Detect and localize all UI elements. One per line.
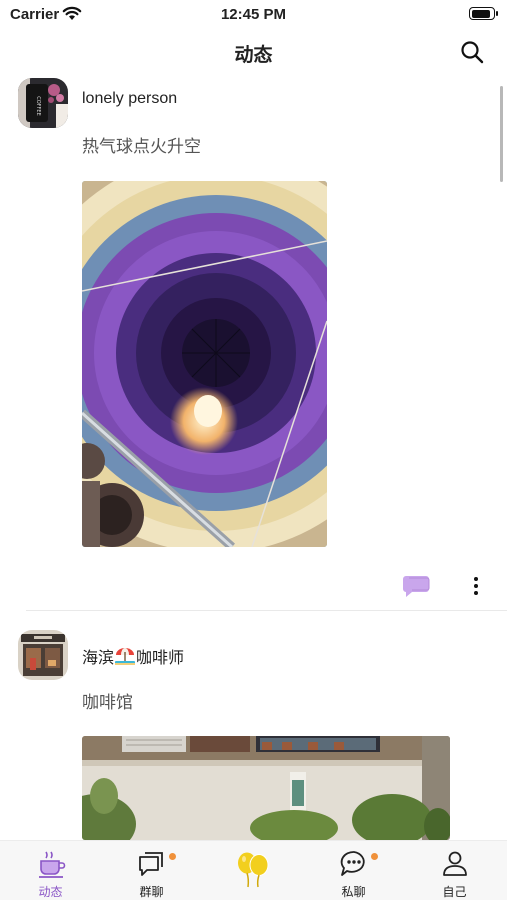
- svg-text:COFFEE: COFFEE: [35, 96, 41, 116]
- status-bar: Carrier 12:45 PM: [0, 0, 507, 30]
- post-divider: [26, 610, 507, 611]
- tab-bar: 动态 群聊 私聊 自己: [0, 840, 507, 900]
- coffee-cup-avatar[interactable]: COFFEE: [18, 78, 68, 128]
- cafe-storefront-avatar[interactable]: [18, 630, 68, 680]
- hot-air-balloon-photo[interactable]: [82, 181, 327, 547]
- battery-icon: [469, 7, 498, 20]
- private-chat-badge: [371, 853, 378, 860]
- tab-profile-label: 自己: [442, 885, 467, 899]
- post-username-name: 海滨: [82, 650, 115, 667]
- tab-profile[interactable]: 自己: [404, 841, 505, 900]
- tab-group-chat-label: 群聊: [139, 885, 164, 899]
- post-text: 咖啡馆: [82, 693, 133, 712]
- group-chat-icon: [139, 852, 163, 876]
- tab-moments-label: 动态: [38, 885, 63, 899]
- feed-post: 海滨 咖啡师 咖啡馆: [0, 622, 507, 840]
- status-time: 12:45 PM: [220, 6, 287, 23]
- profile-icon: [443, 851, 467, 876]
- tab-balloons[interactable]: [202, 841, 303, 900]
- page-title: 动态: [234, 45, 273, 66]
- beach-umbrella-emoji: [115, 648, 136, 665]
- more-vertical-icon[interactable]: [470, 574, 482, 598]
- post-text: 热气球点火升空: [82, 137, 201, 156]
- post-username[interactable]: lonely person: [82, 90, 177, 108]
- balloons-icon: [238, 852, 269, 888]
- tab-group-chat[interactable]: 群聊: [101, 841, 202, 900]
- feed-post: COFFEE lonely person 热气球点火升空: [0, 74, 507, 614]
- group-chat-badge: [169, 853, 176, 860]
- comment-icon[interactable]: [402, 574, 430, 598]
- coffee-cup-icon: [39, 851, 66, 878]
- battery-level: [471, 9, 490, 18]
- tab-private-chat-label: 私聊: [341, 885, 366, 899]
- post-username-suffix: 咖啡师: [136, 650, 185, 667]
- tab-moments[interactable]: 动态: [0, 841, 101, 900]
- tab-private-chat[interactable]: 私聊: [303, 841, 404, 900]
- post-username[interactable]: 海滨 咖啡师: [82, 644, 184, 668]
- feed-list[interactable]: COFFEE lonely person 热气球点火升空 海滨 咖啡师 咖啡馆: [0, 74, 507, 840]
- private-chat-icon: [340, 851, 365, 876]
- nav-bar: 动态: [0, 30, 507, 74]
- search-icon[interactable]: [459, 39, 485, 65]
- cafe-building-photo[interactable]: [82, 736, 450, 840]
